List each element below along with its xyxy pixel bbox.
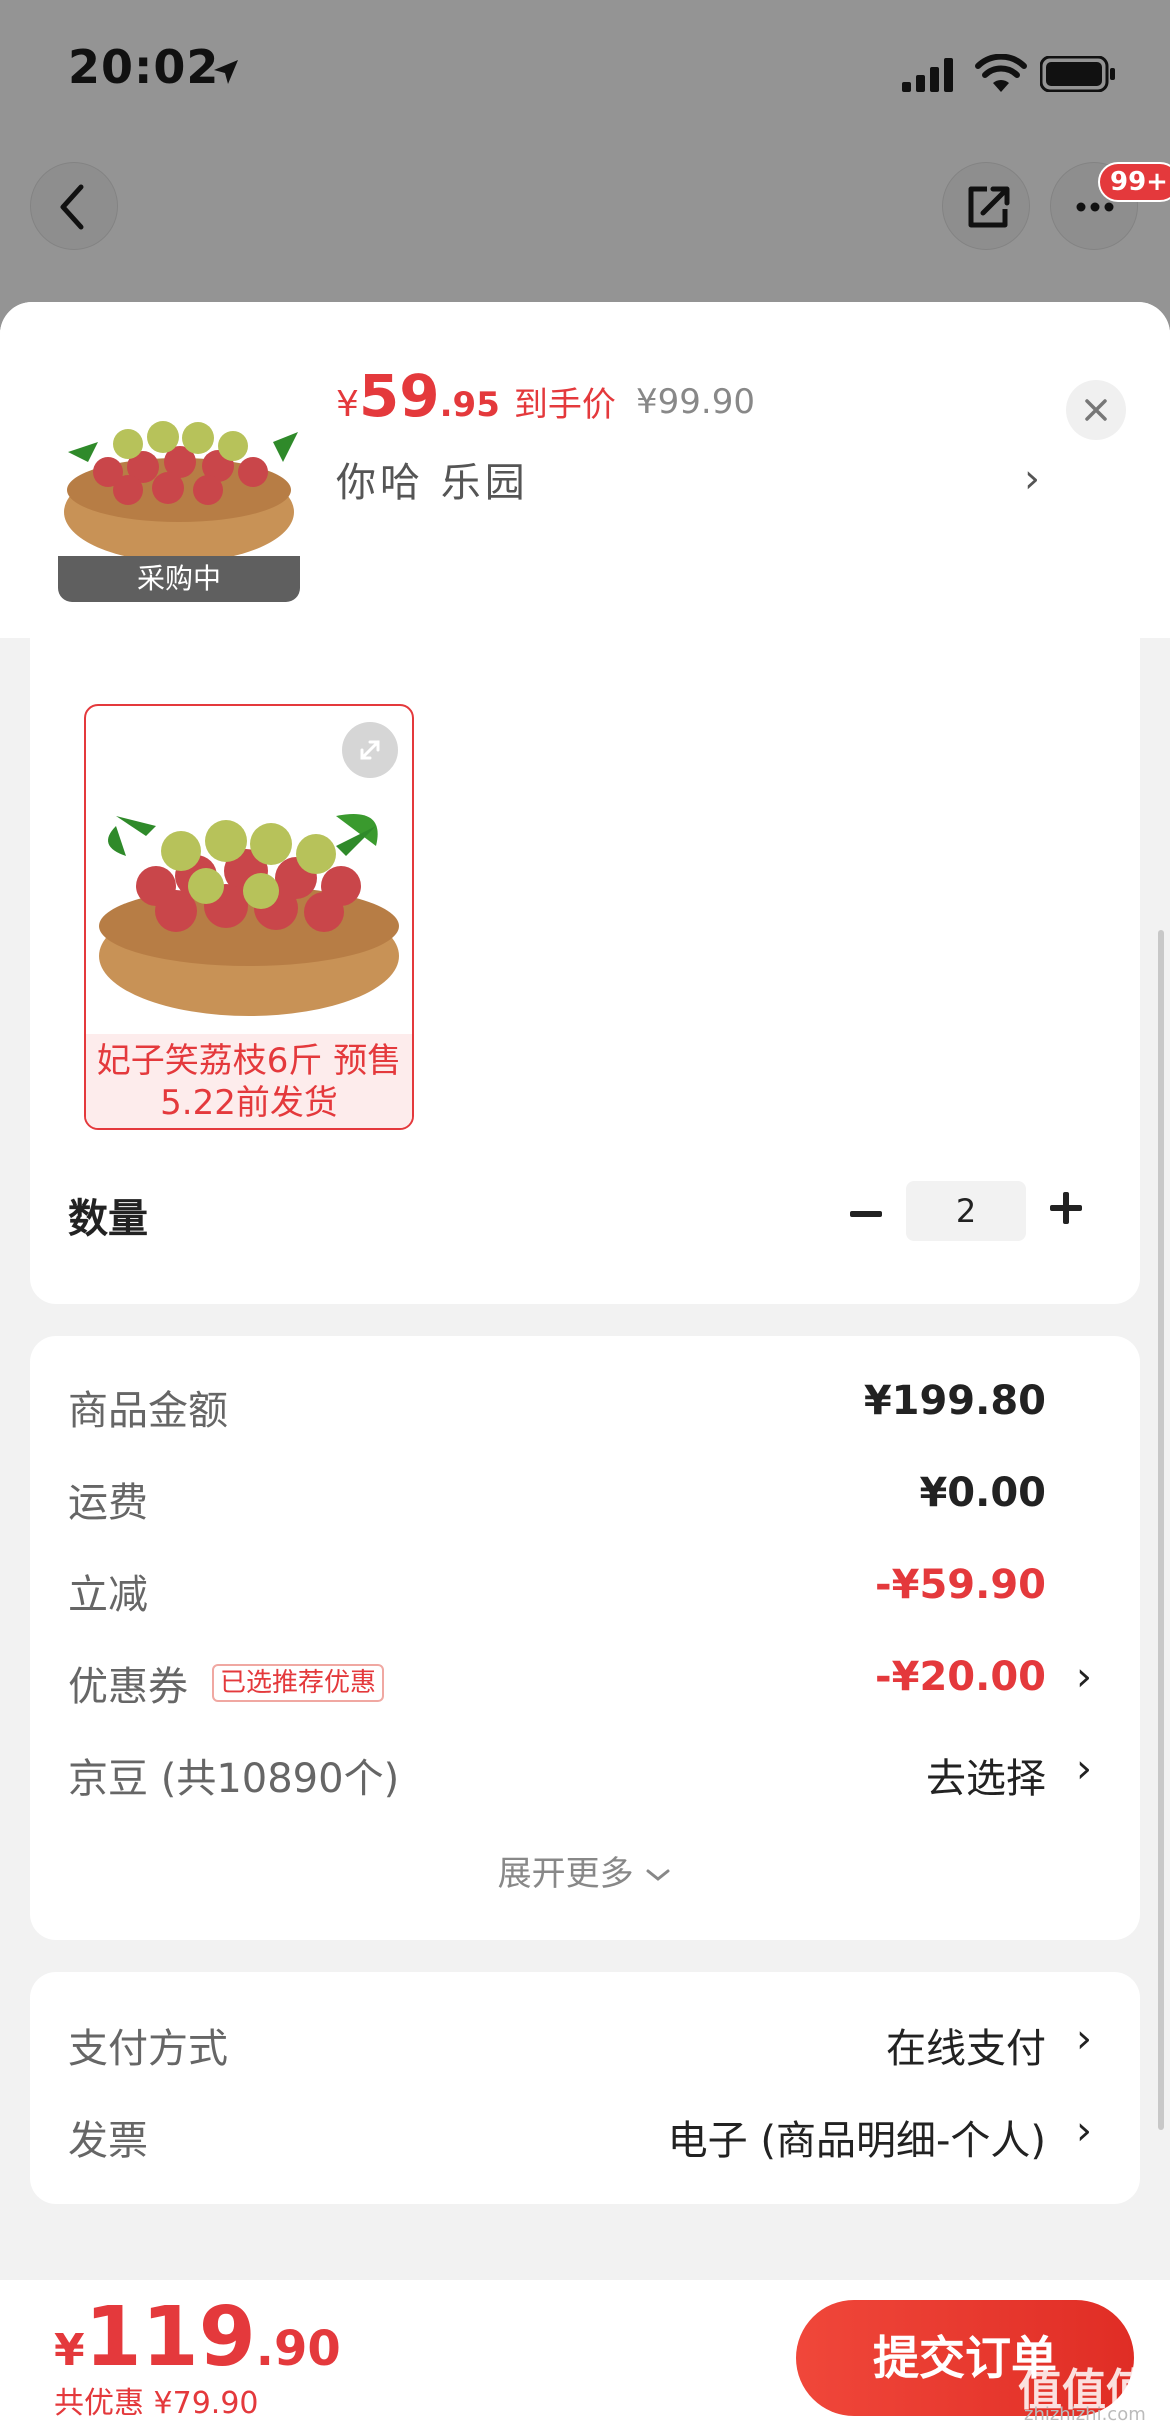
share-button[interactable] xyxy=(942,162,1030,250)
site-watermark-url: zhizhizhi.com xyxy=(1024,2404,1146,2425)
discount-label: 立减 xyxy=(68,1572,148,1618)
quantity-label: 数量 xyxy=(68,1196,148,1242)
total-currency: ¥ xyxy=(54,2325,85,2376)
invoice-label[interactable]: 发票 xyxy=(68,2108,148,2166)
back-button[interactable] xyxy=(30,162,118,250)
quantity-increase-button[interactable] xyxy=(1046,1180,1086,1248)
final-price: ¥59.95 到手价 xyxy=(336,362,616,430)
wifi-icon xyxy=(975,54,1027,92)
payment-card xyxy=(30,1972,1140,2204)
chevron-right-icon[interactable]: › xyxy=(1024,456,1040,502)
expand-arrows-icon xyxy=(360,740,380,760)
notification-badge: 99+ xyxy=(1098,162,1170,202)
shipping-label: 运费 xyxy=(68,1480,148,1526)
goods-amount-value: ¥199.80 xyxy=(863,1378,1046,1424)
shop-name[interactable]: 你哈 乐园 xyxy=(336,450,529,508)
goods-amount-label: 商品金额 xyxy=(68,1388,228,1434)
quantity-input[interactable]: 2 xyxy=(906,1181,1026,1241)
total-integer: 119 xyxy=(84,2290,256,2385)
expand-image-button[interactable] xyxy=(342,722,398,778)
expand-more-label: 展开更多 xyxy=(497,1854,634,1894)
shipping-value: ¥0.00 xyxy=(919,1470,1046,1516)
scrollbar[interactable] xyxy=(1158,930,1164,2130)
coupon-label[interactable]: 优惠券 xyxy=(68,1654,188,1712)
variant-label: 妃子笑荔枝6斤 预售5.22前发货 xyxy=(86,1034,412,1128)
minus-icon xyxy=(850,1211,882,1217)
location-arrow-icon xyxy=(214,60,238,84)
chevron-left-icon xyxy=(60,184,84,230)
plus-icon xyxy=(1050,1192,1082,1224)
coupon-chevron-right-icon[interactable]: › xyxy=(1076,1654,1092,1700)
jd-beans-chevron-right-icon[interactable]: › xyxy=(1076,1746,1092,1792)
invoice-chevron-right-icon[interactable]: › xyxy=(1076,2108,1092,2154)
total-price: ¥119.90 xyxy=(54,2290,341,2385)
status-time: 20:02 xyxy=(68,40,220,94)
quantity-decrease-button[interactable] xyxy=(846,1186,886,1254)
price-decimal: .95 xyxy=(439,385,500,425)
expand-more-button[interactable]: 展开更多 xyxy=(0,1846,1170,1895)
price-currency: ¥ xyxy=(336,384,359,425)
close-icon xyxy=(1085,399,1107,421)
close-button[interactable] xyxy=(1066,380,1126,440)
jd-beans-select[interactable]: 去选择 xyxy=(926,1746,1046,1804)
original-price: ¥99.90 xyxy=(636,382,755,422)
discount-value: -¥59.90 xyxy=(875,1562,1046,1608)
chevron-down-icon xyxy=(646,1869,670,1881)
invoice-value[interactable]: 电子 (商品明细-个人) xyxy=(668,2108,1046,2166)
total-savings: 共优惠 ¥79.90 xyxy=(54,2386,259,2421)
cellular-signal-icon xyxy=(902,58,953,92)
price-integer: 59 xyxy=(358,362,440,430)
coupon-value[interactable]: -¥20.00 xyxy=(875,1654,1046,1700)
battery-icon xyxy=(1040,56,1115,92)
payment-chevron-right-icon[interactable]: › xyxy=(1076,2016,1092,2062)
payment-method-label[interactable]: 支付方式 xyxy=(68,2016,228,2074)
variant-option-selected[interactable]: 妃子笑荔枝6斤 预售5.22前发货 xyxy=(84,704,414,1130)
total-decimal: .90 xyxy=(255,2321,341,2377)
purchasing-status-tag: 采购中 xyxy=(58,556,300,602)
share-icon xyxy=(968,186,1010,228)
price-label: 到手价 xyxy=(513,385,616,425)
jd-beans-label[interactable]: 京豆 (共10890个) xyxy=(68,1746,399,1804)
payment-method-value[interactable]: 在线支付 xyxy=(886,2016,1046,2074)
coupon-recommended-tag: 已选推荐优惠 xyxy=(212,1664,385,1702)
